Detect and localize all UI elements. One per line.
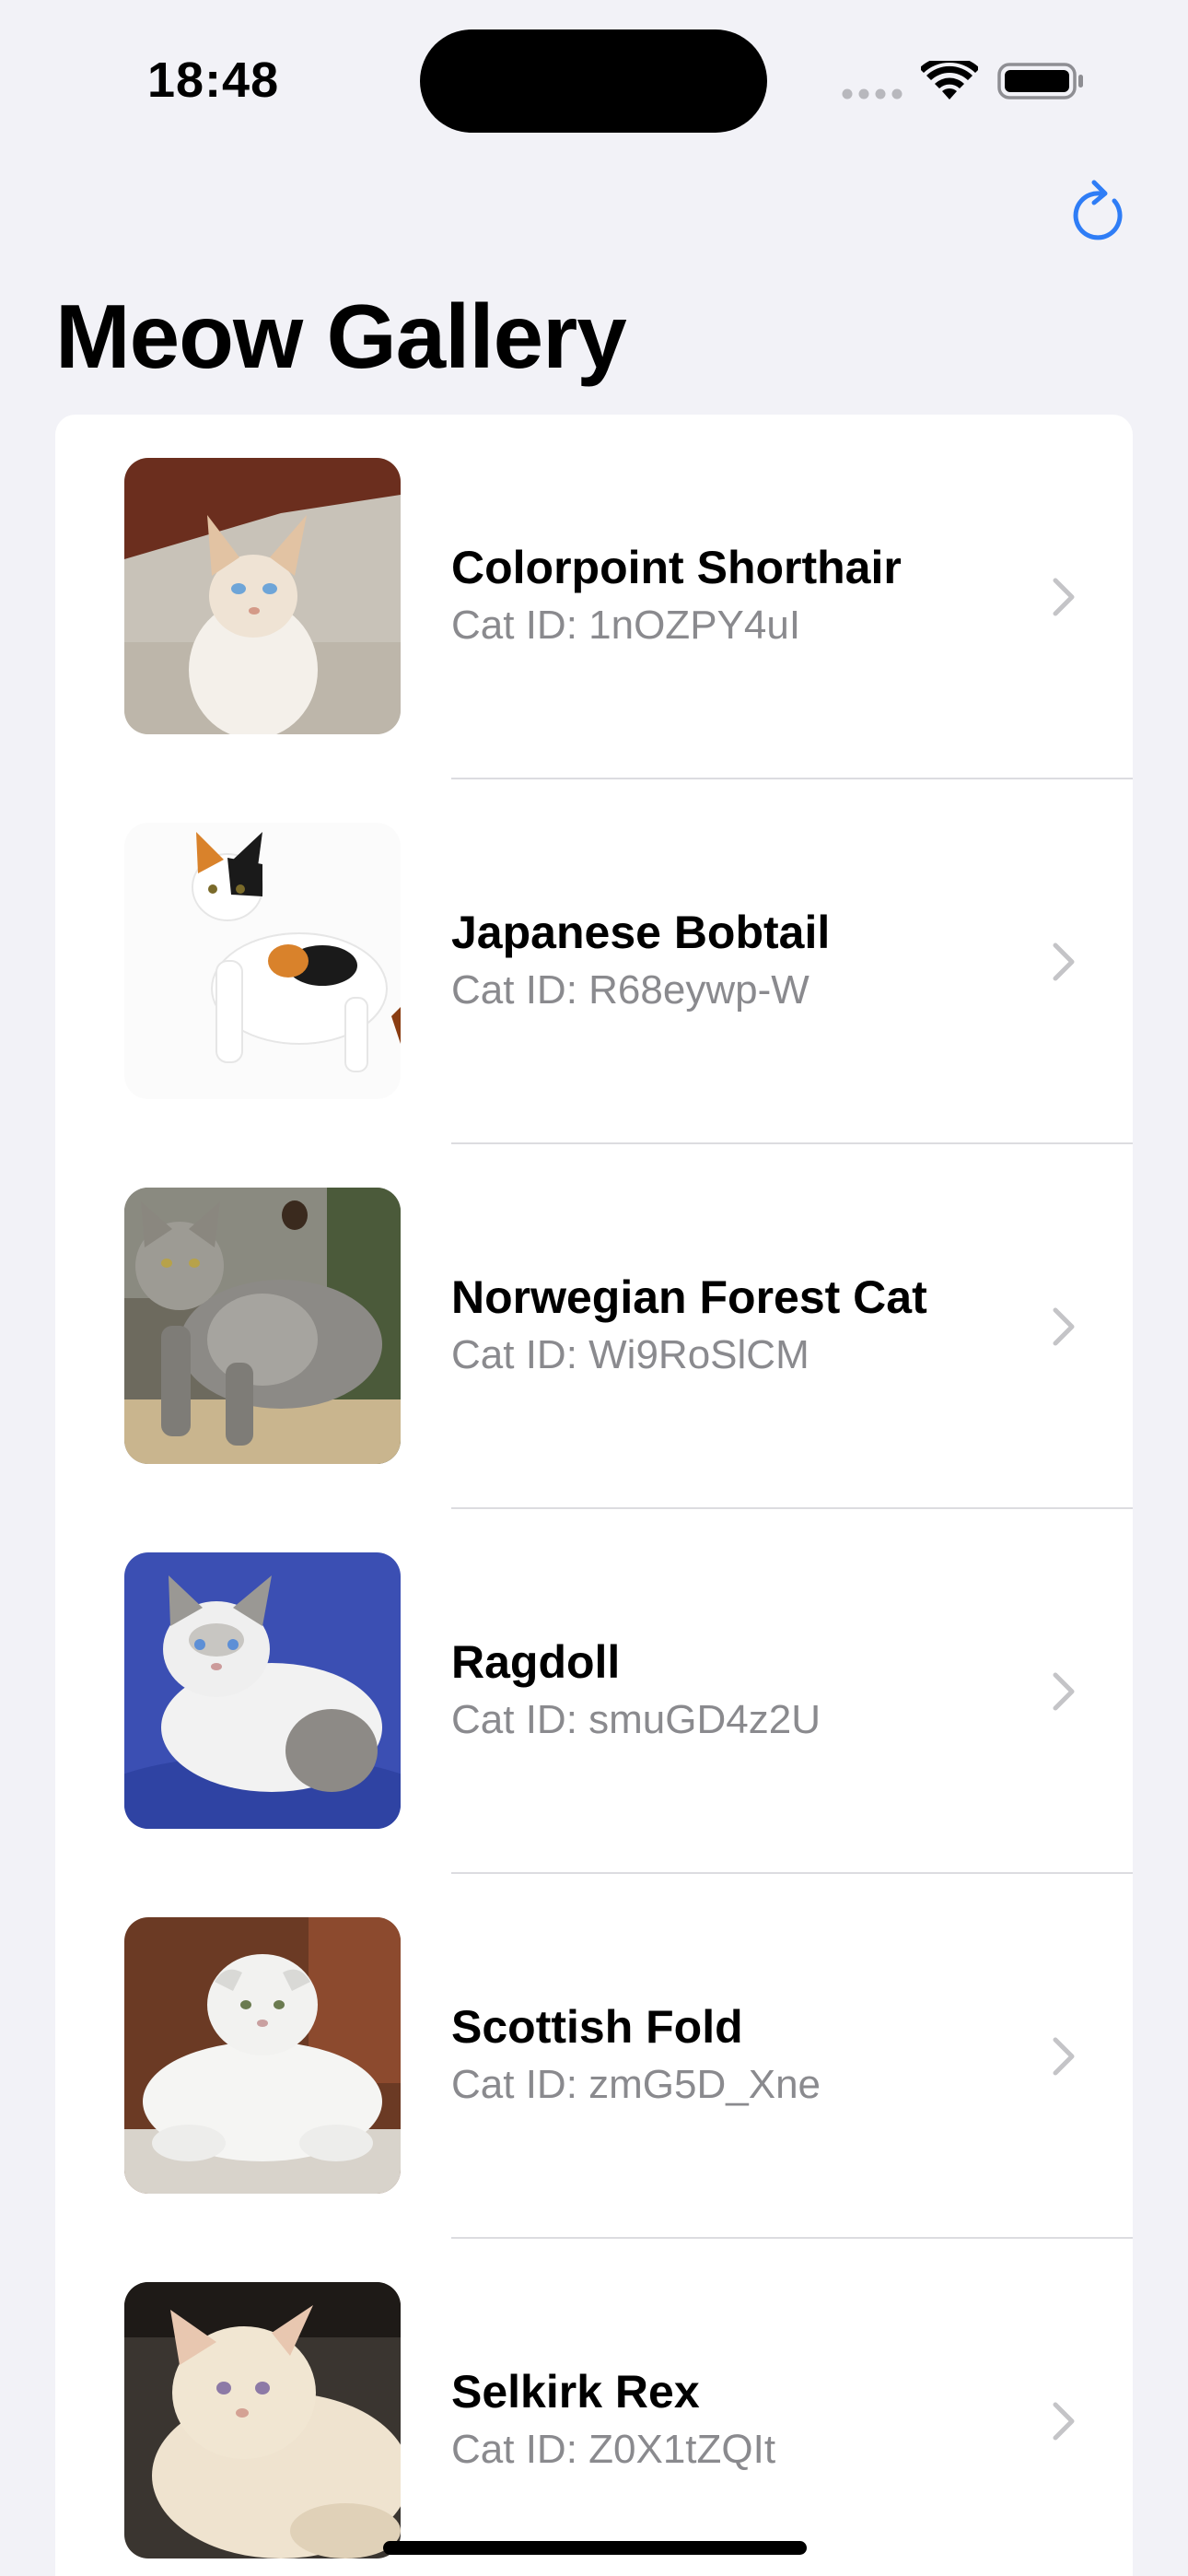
chevron-right-icon <box>1053 943 1075 981</box>
cat-photo <box>124 823 401 1099</box>
arrow-clockwise-icon <box>1073 180 1123 240</box>
cat-photo <box>124 1917 401 2194</box>
wifi-icon <box>919 55 980 101</box>
cat-name: Colorpoint Shorthair <box>451 542 902 593</box>
chevron-right-icon <box>1053 1672 1075 1711</box>
cat-row-norwegian-forest-cat[interactable]: Norwegian Forest Cat Cat ID: Wi9RoSlCM <box>55 1144 1133 1509</box>
cat-id: Cat ID: 1nOZPY4uI <box>451 603 801 648</box>
cat-id: Cat ID: Z0X1tZQIt <box>451 2427 776 2472</box>
cellular-signal-icon <box>842 88 906 100</box>
cat-list: Colorpoint Shorthair Cat ID: 1nOZPY4uI J… <box>55 415 1133 2576</box>
chevron-right-icon <box>1053 2037 1075 2076</box>
cat-id: Cat ID: R68eywp-W <box>451 967 809 1013</box>
cat-name: Japanese Bobtail <box>451 907 831 958</box>
dynamic-island <box>420 29 767 133</box>
cat-name: Selkirk Rex <box>451 2366 700 2418</box>
cat-photo <box>124 2282 401 2558</box>
cat-row-selkirk-rex[interactable]: Selkirk Rex Cat ID: Z0X1tZQIt <box>55 2239 1133 2576</box>
chevron-right-icon <box>1053 578 1075 616</box>
cat-photo <box>124 1188 401 1464</box>
cat-row-japanese-bobtail[interactable]: Japanese Bobtail Cat ID: R68eywp-W <box>55 779 1133 1144</box>
cat-row-scottish-fold[interactable]: Scottish Fold Cat ID: zmG5D_Xne <box>55 1874 1133 2239</box>
home-indicator[interactable] <box>383 2541 807 2555</box>
refresh-button[interactable] <box>1066 173 1133 247</box>
cat-name: Norwegian Forest Cat <box>451 1271 927 1323</box>
cat-photo <box>124 1552 401 1829</box>
cat-name: Ragdoll <box>451 1636 621 1688</box>
cat-id: Cat ID: smuGD4z2U <box>451 1697 821 1742</box>
page-title: Meow Gallery <box>55 286 627 387</box>
status-time: 18:48 <box>147 53 280 108</box>
cat-row-colorpoint-shorthair[interactable]: Colorpoint Shorthair Cat ID: 1nOZPY4uI <box>55 415 1133 779</box>
cat-photo <box>124 458 401 734</box>
screen: 18:48 Meow Gallery Colorpoint Shorthair … <box>0 0 1188 2576</box>
cat-id: Cat ID: zmG5D_Xne <box>451 2062 821 2107</box>
chevron-right-icon <box>1053 2402 1075 2441</box>
cat-name: Scottish Fold <box>451 2001 743 2053</box>
cat-id: Cat ID: Wi9RoSlCM <box>451 1332 809 1377</box>
chevron-right-icon <box>1053 1307 1075 1346</box>
battery-icon <box>997 61 1086 101</box>
cat-row-ragdoll[interactable]: Ragdoll Cat ID: smuGD4z2U <box>55 1509 1133 1874</box>
